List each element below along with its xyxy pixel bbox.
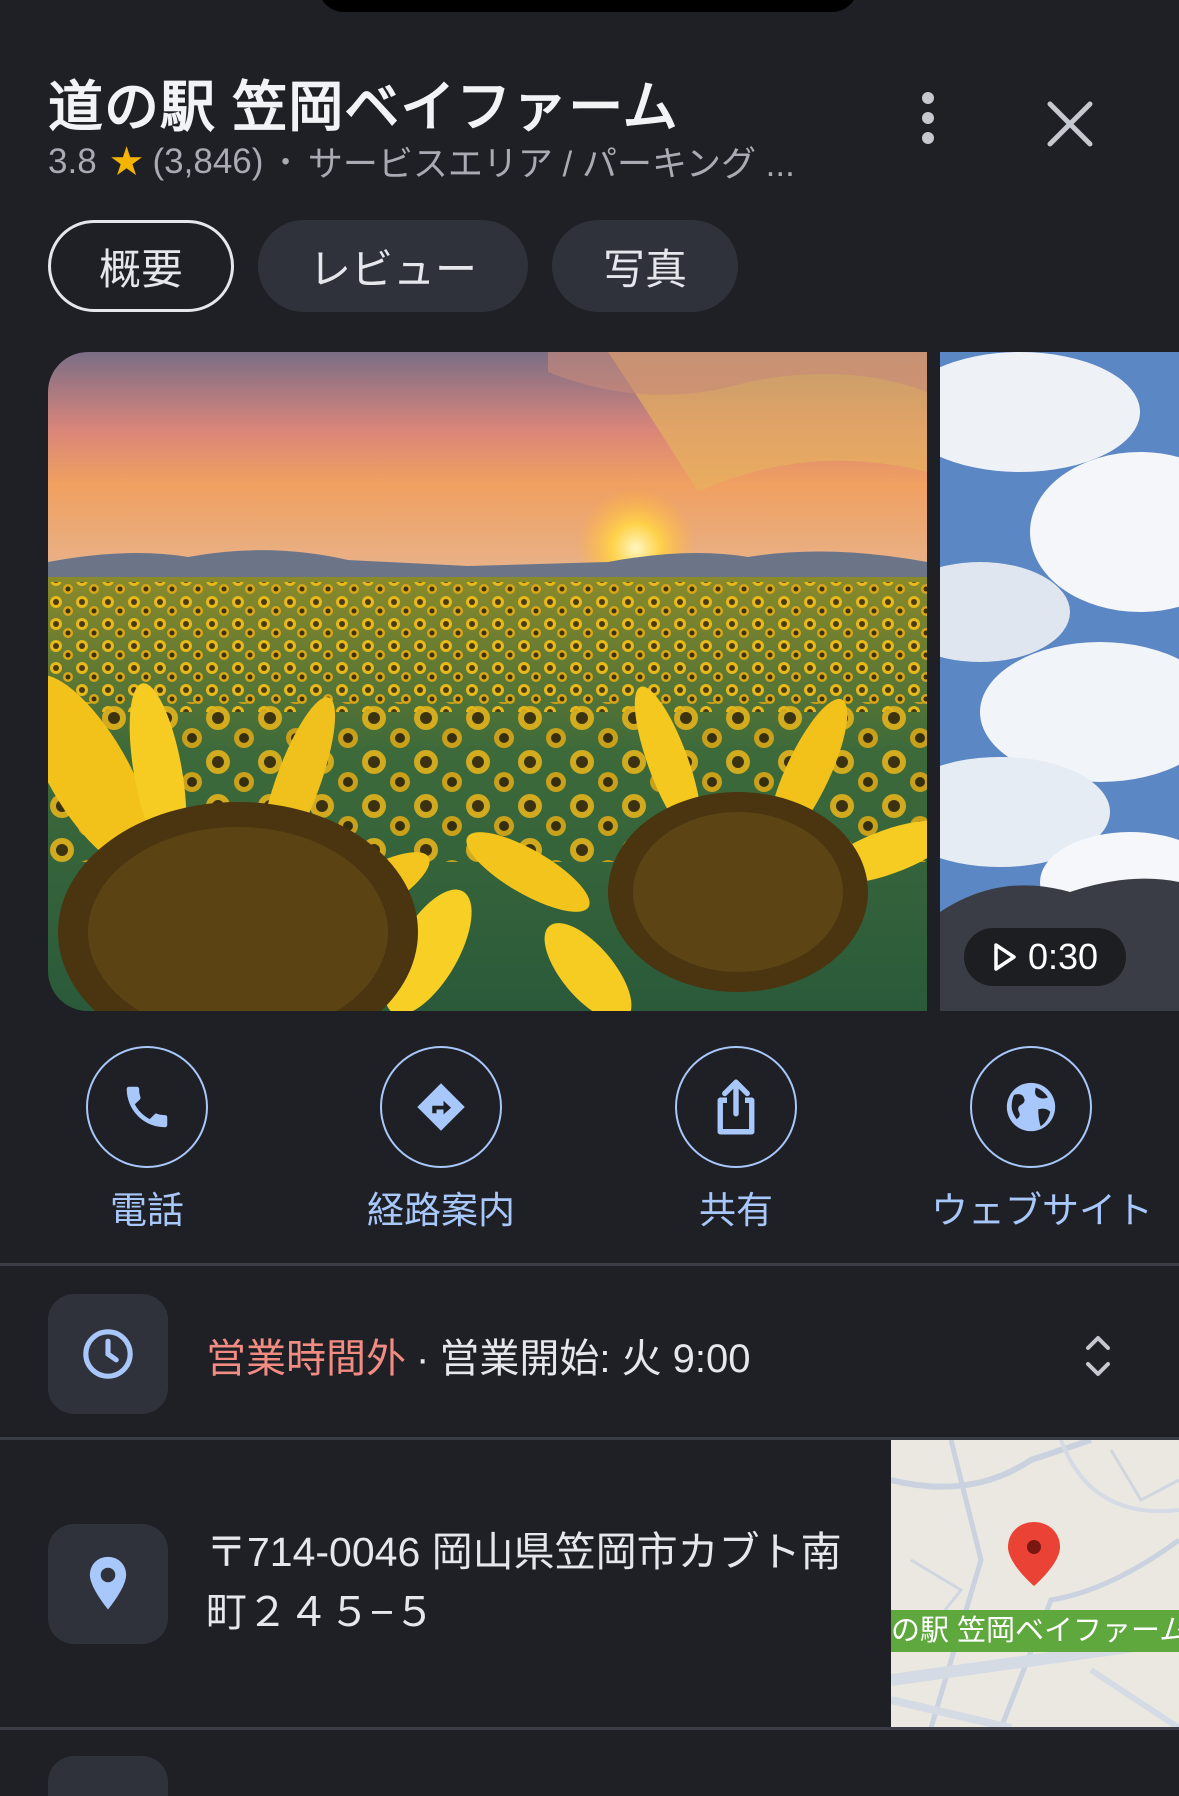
address-icon-box	[48, 1524, 168, 1644]
close-icon[interactable]	[1038, 92, 1102, 156]
video-duration: 0:30	[1027, 936, 1099, 977]
hours-status[interactable]: 営業時間外 · 営業開始: 火 9:00	[206, 1326, 751, 1384]
star-icon: ★	[108, 139, 145, 184]
expand-collapse-icon[interactable]	[1068, 1328, 1128, 1384]
phone-icon	[126, 1086, 168, 1128]
share-button[interactable]: 共有	[636, 1046, 836, 1234]
tab-bar: 概要 レビュー 写真	[48, 220, 738, 312]
website-label: ウェブサイト	[931, 1190, 1153, 1231]
review-count[interactable]: (3,846)	[153, 142, 264, 182]
clock-icon	[83, 1329, 133, 1379]
tab-overview[interactable]: 概要	[48, 220, 234, 312]
separator-dot: •	[281, 147, 290, 175]
divider	[0, 1727, 1179, 1730]
call-label: 電話	[110, 1190, 184, 1231]
hours-icon-box	[48, 1294, 168, 1414]
directions-icon	[417, 1083, 465, 1131]
play-icon	[994, 943, 1016, 971]
website-button[interactable]: ウェブサイト	[931, 1046, 1153, 1234]
photo-sunflower-field[interactable]	[48, 352, 927, 1011]
video-duration-badge: 0:30	[964, 928, 1126, 986]
map-place-label: の駅 笠岡ベイファーム	[891, 1610, 1179, 1652]
directions-button[interactable]: 経路案内	[341, 1046, 541, 1234]
more-options-icon[interactable]	[910, 92, 946, 156]
tab-photos[interactable]: 写真	[552, 220, 738, 312]
place-title: 道の駅 笠岡ベイファーム	[48, 76, 679, 138]
hours-separator: ·	[416, 1337, 430, 1381]
address-text[interactable]: 〒714-0046 岡山県笠岡市カブト南町２４５−５	[206, 1522, 876, 1642]
next-open-time: 営業開始: 火 9:00	[439, 1337, 751, 1381]
divider	[0, 1263, 1179, 1266]
share-icon	[717, 1079, 755, 1135]
closed-status: 営業時間外	[206, 1337, 406, 1381]
location-pin-icon	[89, 1556, 127, 1610]
share-label: 共有	[699, 1190, 773, 1231]
place-category: サービスエリア / パーキング ...	[307, 145, 795, 184]
action-bar: 電話 経路案内 共有 ウェブサイト	[0, 1046, 1179, 1231]
call-button[interactable]: 電話	[47, 1046, 247, 1234]
video-thumbnail-sky[interactable]	[940, 352, 1179, 1011]
tab-reviews[interactable]: レビュー	[258, 220, 528, 312]
globe-icon	[1006, 1082, 1056, 1132]
rating-value: 3.8	[48, 141, 97, 181]
camera-notch	[318, 0, 858, 12]
next-row-icon-box	[48, 1756, 168, 1796]
directions-label: 経路案内	[367, 1190, 515, 1231]
map-thumbnail[interactable]: の駅 笠岡ベイファーム	[891, 1440, 1179, 1728]
place-subtitle: 3.8 ★ (3,846) • サービスエリア / パーキング ...	[48, 136, 795, 187]
